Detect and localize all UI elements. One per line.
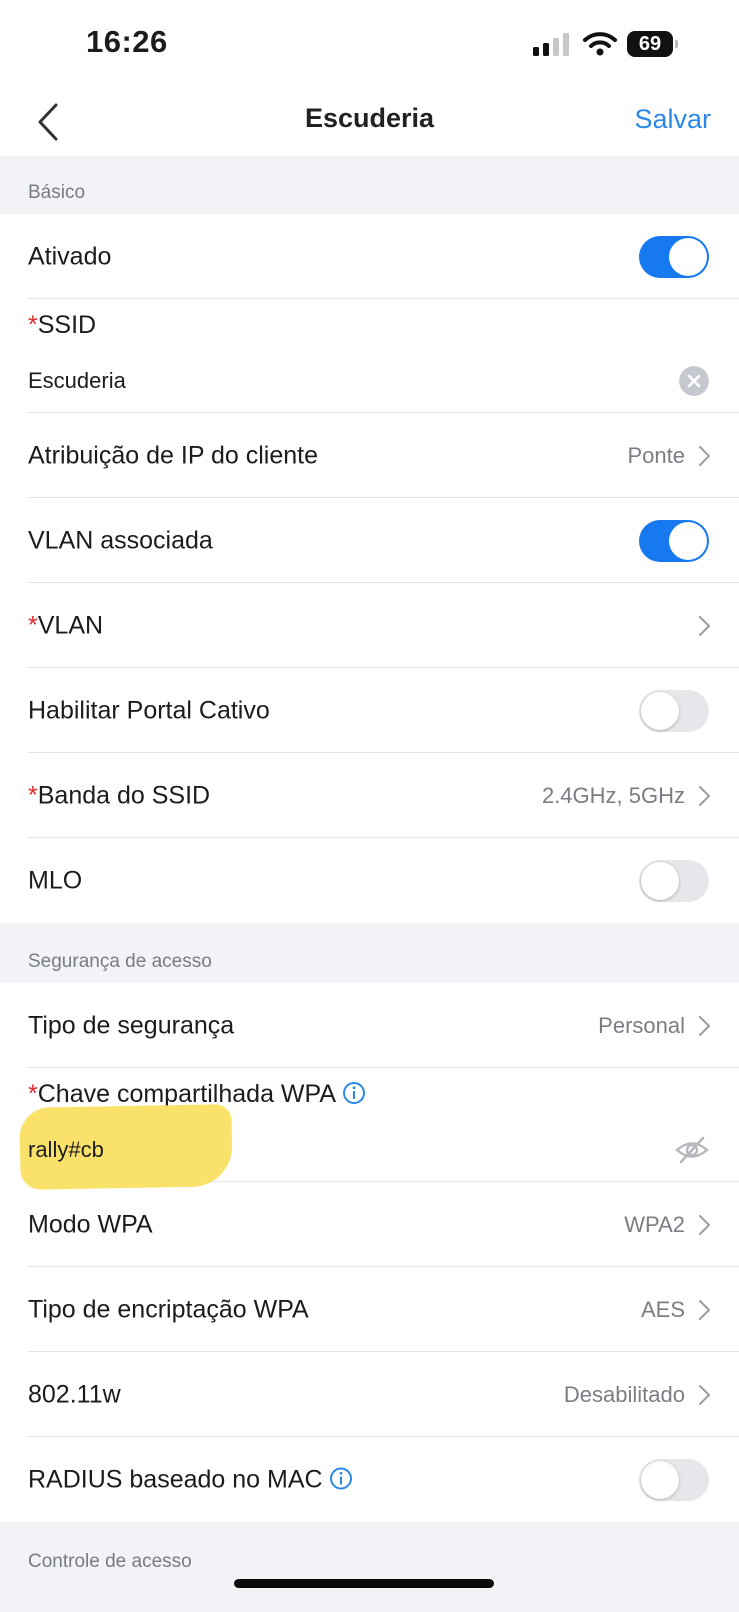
info-icon[interactable]: [329, 1466, 353, 1490]
info-icon[interactable]: [342, 1081, 366, 1105]
cellular-signal-icon: [533, 33, 569, 56]
battery-icon: 69: [627, 31, 678, 57]
required-mark: *: [28, 611, 38, 639]
vlan-associated-toggle[interactable]: [639, 519, 709, 562]
wpa-key-label-text: Chave compartilhada WPA: [37, 1080, 337, 1108]
chevron-right-icon: [699, 785, 710, 806]
required-mark: *: [28, 311, 38, 339]
row-wpa-encryption[interactable]: Tipo de encriptação WPA AES: [0, 1267, 739, 1352]
captive-portal-toggle[interactable]: [639, 689, 709, 732]
required-mark: *: [28, 1080, 38, 1108]
radius-mac-toggle[interactable]: [639, 1458, 709, 1501]
radius-mac-label: RADIUS baseado no MAC: [28, 1465, 353, 1494]
vlan-label: *VLAN: [28, 611, 103, 640]
ip-assignment-value: Ponte: [627, 442, 686, 468]
captive-portal-label: Habilitar Portal Cativo: [28, 696, 270, 724]
chevron-right-icon: [699, 1299, 710, 1320]
ssid-label: *SSID: [28, 311, 96, 340]
clear-input-icon[interactable]: [679, 366, 709, 396]
toggle-knob: [641, 861, 679, 900]
battery-level: 69: [638, 32, 662, 55]
settings-list: Básico Ativado *SSID Escuderia Atribuiçã…: [0, 156, 739, 1612]
row-vlan-associated: VLAN associada: [0, 498, 739, 583]
mlo-label: MLO: [28, 866, 83, 894]
nav-bar: Escuderia Salvar: [0, 86, 739, 156]
80211w-value: Desabilitado: [563, 1381, 685, 1407]
row-captive-portal: Habilitar Portal Cativo: [0, 668, 739, 753]
toggle-knob: [641, 1460, 679, 1499]
vlan-label-text: VLAN: [37, 611, 104, 639]
section-header-security: Segurança de acesso: [0, 923, 739, 983]
row-radius-mac: RADIUS baseado no MAC: [0, 1437, 739, 1522]
row-vlan[interactable]: *VLAN: [0, 583, 739, 668]
ssid-input[interactable]: Escuderia: [28, 368, 126, 394]
row-ssid-band[interactable]: *Banda do SSID 2.4GHz, 5GHz: [0, 753, 739, 838]
chevron-right-icon: [699, 1384, 710, 1405]
chevron-right-icon: [699, 445, 710, 466]
80211w-label: 802.11w: [28, 1380, 121, 1408]
enabled-toggle[interactable]: [639, 235, 709, 278]
chevron-right-icon: [699, 1214, 710, 1235]
row-80211w[interactable]: 802.11w Desabilitado: [0, 1352, 739, 1437]
wpa-mode-label: Modo WPA: [28, 1210, 153, 1238]
section-header-access-control: Controle de acesso: [0, 1522, 739, 1612]
status-icons: 69: [533, 28, 678, 60]
chevron-right-icon: [699, 615, 710, 636]
required-mark: *: [28, 781, 38, 809]
ssid-label-text: SSID: [37, 311, 97, 339]
vlan-associated-label: VLAN associada: [28, 526, 213, 554]
row-ip-assignment[interactable]: Atribuição de IP do cliente Ponte: [0, 413, 739, 498]
row-mlo: MLO: [0, 838, 739, 923]
toggle-knob: [669, 521, 707, 560]
security-type-value: Personal: [598, 1012, 685, 1038]
ssid-band-value: 2.4GHz, 5GHz: [541, 782, 685, 808]
radius-mac-label-text: RADIUS baseado no MAC: [28, 1465, 323, 1493]
save-button[interactable]: Salvar: [634, 104, 711, 135]
ssid-band-label-text: Banda do SSID: [37, 781, 211, 809]
toggle-knob: [641, 691, 679, 730]
wifi-icon: [583, 32, 617, 56]
mlo-toggle[interactable]: [639, 859, 709, 902]
wpa-mode-value: WPA2: [624, 1211, 685, 1237]
chevron-right-icon: [699, 1015, 710, 1036]
wpa-encryption-value: AES: [640, 1296, 685, 1322]
home-indicator: [234, 1579, 494, 1588]
section-header-basic: Básico: [0, 156, 739, 214]
ssid-band-label: *Banda do SSID: [28, 781, 210, 810]
security-type-label: Tipo de segurança: [28, 1011, 235, 1039]
ip-assignment-label: Atribuição de IP do cliente: [28, 441, 319, 469]
eye-off-icon[interactable]: [675, 1135, 709, 1165]
wpa-encryption-label: Tipo de encriptação WPA: [28, 1295, 309, 1323]
row-wpa-mode[interactable]: Modo WPA WPA2: [0, 1182, 739, 1267]
row-enabled-label: Ativado: [28, 242, 112, 270]
row-ssid: *SSID Escuderia: [0, 299, 739, 413]
page-title: Escuderia: [304, 103, 435, 133]
toggle-knob: [669, 237, 707, 276]
status-bar: 16:26 69: [0, 0, 739, 86]
row-enabled: Ativado: [0, 214, 739, 299]
status-time: 16:26: [86, 24, 168, 59]
wpa-key-input[interactable]: rally#cb: [28, 1137, 104, 1163]
row-security-type[interactable]: Tipo de segurança Personal: [0, 983, 739, 1068]
